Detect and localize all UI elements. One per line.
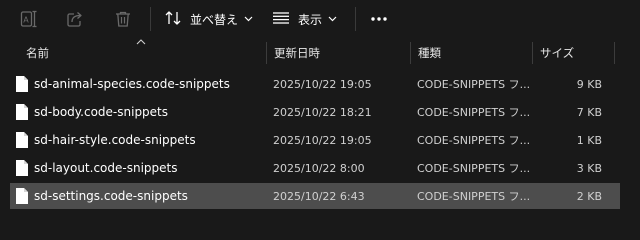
file-name: sd-animal-species.code-snippets — [34, 77, 230, 91]
lines-icon — [272, 11, 290, 28]
column-header-row: 名前 更新日時 種類 サイズ — [0, 40, 640, 66]
view-label: 表示 — [298, 12, 323, 27]
more-dots-icon — [370, 16, 388, 22]
column-divider[interactable] — [614, 42, 615, 64]
file-size: 7 KB — [576, 105, 602, 119]
column-header-date[interactable]: 更新日時 — [268, 40, 408, 66]
chevron-down-icon — [328, 16, 337, 22]
file-date: 2025/10/22 8:00 — [273, 161, 365, 175]
chevron-down-icon — [244, 16, 253, 22]
file-icon — [15, 187, 29, 205]
file-date: 2025/10/22 6:43 — [273, 189, 365, 203]
file-date: 2025/10/22 19:05 — [273, 133, 372, 147]
file-row[interactable]: sd-hair-style.code-snippets 2025/10/22 1… — [10, 127, 620, 153]
column-header-size-label: サイズ — [540, 46, 575, 60]
command-bar: A 並べ替え 表示 — [0, 0, 640, 38]
column-header-name-label: 名前 — [26, 46, 49, 60]
file-name: sd-body.code-snippets — [34, 105, 169, 119]
file-name: sd-layout.code-snippets — [34, 161, 178, 175]
sort-label: 並べ替え — [190, 12, 239, 27]
sort-button[interactable]: 並べ替え — [164, 6, 253, 32]
trash-icon — [113, 9, 133, 29]
toolbar-divider — [150, 7, 151, 31]
column-header-type[interactable]: 種類 — [412, 40, 532, 66]
file-row[interactable]: sd-layout.code-snippets 2025/10/22 8:00 … — [10, 155, 620, 181]
file-explorer-window: A 並べ替え 表示 名前 更新日時 種類 サイズ sd-animal-speci… — [0, 0, 640, 240]
file-type: CODE-SNIPPETS フ... — [417, 162, 531, 175]
view-button[interactable]: 表示 — [272, 6, 337, 32]
toolbar-divider — [355, 7, 356, 31]
column-divider[interactable] — [532, 42, 533, 64]
column-divider[interactable] — [410, 42, 411, 64]
file-date: 2025/10/22 18:21 — [273, 105, 372, 119]
file-row[interactable]: sd-animal-species.code-snippets 2025/10/… — [10, 71, 620, 97]
column-divider[interactable] — [266, 42, 267, 64]
file-type: CODE-SNIPPETS フ... — [417, 134, 531, 147]
column-header-date-label: 更新日時 — [274, 46, 320, 60]
file-size: 2 KB — [576, 189, 602, 203]
file-icon — [15, 159, 29, 177]
file-type: CODE-SNIPPETS フ... — [417, 78, 531, 91]
rename-button[interactable]: A — [18, 6, 40, 32]
file-date: 2025/10/22 19:05 — [273, 77, 372, 91]
more-options-button[interactable] — [368, 6, 390, 32]
share-icon — [65, 9, 85, 29]
file-icon — [15, 75, 29, 93]
file-type: CODE-SNIPPETS フ... — [417, 106, 531, 119]
file-row-selected[interactable]: sd-settings.code-snippets 2025/10/22 6:4… — [10, 183, 620, 209]
column-header-type-label: 種類 — [418, 46, 441, 60]
share-button[interactable] — [64, 6, 86, 32]
file-icon — [15, 103, 29, 121]
file-size: 9 KB — [576, 77, 602, 91]
file-size: 3 KB — [576, 161, 602, 175]
file-name: sd-hair-style.code-snippets — [34, 133, 196, 147]
file-icon — [15, 131, 29, 149]
sort-arrows-icon — [164, 9, 182, 30]
file-name: sd-settings.code-snippets — [34, 189, 188, 203]
rename-icon: A — [19, 9, 39, 29]
delete-button[interactable] — [112, 6, 134, 32]
svg-text:A: A — [23, 16, 29, 25]
file-size: 1 KB — [576, 133, 602, 147]
column-header-name[interactable]: 名前 — [20, 40, 264, 66]
file-type: CODE-SNIPPETS フ... — [417, 190, 531, 203]
file-row[interactable]: sd-body.code-snippets 2025/10/22 18:21 C… — [10, 99, 620, 125]
column-header-size[interactable]: サイズ — [534, 40, 614, 66]
